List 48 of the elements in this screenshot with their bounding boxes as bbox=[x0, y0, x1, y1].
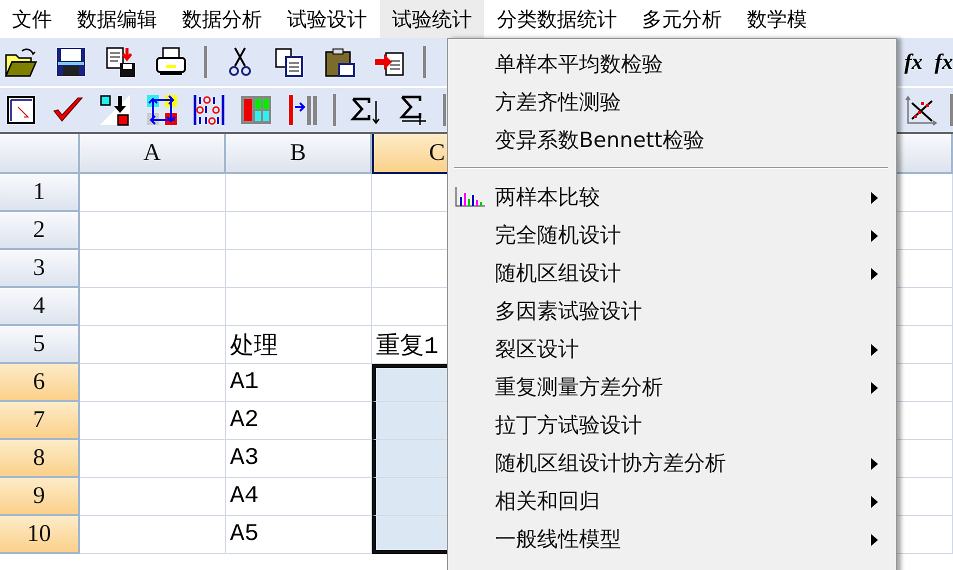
menu-item[interactable]: 完全随机设计 bbox=[448, 216, 896, 254]
menu-item[interactable]: 方差齐性测验 bbox=[448, 83, 896, 121]
table-cell: A2 bbox=[226, 402, 372, 440]
row-header[interactable]: 6 bbox=[0, 364, 80, 402]
menu-item[interactable]: 数据分析 bbox=[170, 0, 274, 38]
function-button[interactable]: fx bbox=[904, 49, 923, 75]
table-cell: A1 bbox=[226, 364, 372, 402]
menu-item[interactable]: 随机区组设计协方差分析 bbox=[448, 444, 896, 482]
menu-item[interactable]: 多元分析 bbox=[630, 0, 734, 38]
scatter-plot-icon[interactable] bbox=[904, 93, 938, 127]
menu-item[interactable]: 数学模 bbox=[735, 0, 819, 38]
menu-item[interactable]: 一般线性模型 bbox=[448, 520, 896, 558]
save-icon[interactable] bbox=[54, 45, 88, 79]
column-header[interactable]: B bbox=[226, 134, 372, 174]
row-header[interactable]: 8 bbox=[0, 440, 80, 478]
row-header[interactable]: 2 bbox=[0, 212, 80, 250]
table-cell: A5 bbox=[226, 516, 372, 554]
window-icon[interactable] bbox=[4, 93, 38, 127]
swap-icon[interactable] bbox=[145, 93, 179, 127]
menu-item[interactable]: 单样本平均数检验 bbox=[448, 45, 896, 83]
row-header[interactable]: 9 bbox=[0, 478, 80, 516]
insert-column-icon[interactable] bbox=[286, 93, 320, 127]
table-cell: A4 bbox=[226, 478, 372, 516]
save-as-icon[interactable] bbox=[104, 45, 138, 79]
row-header[interactable]: 10 bbox=[0, 516, 80, 554]
table-cell: A3 bbox=[226, 440, 372, 478]
row-header[interactable]: 3 bbox=[0, 250, 80, 288]
menu-item[interactable]: 数据编辑 bbox=[65, 0, 169, 38]
menu-item[interactable]: 分类数据统计 bbox=[485, 0, 629, 38]
menu-item[interactable]: 重复测量方差分析 bbox=[448, 368, 896, 406]
row-header[interactable]: 4 bbox=[0, 288, 80, 326]
row-header[interactable]: 1 bbox=[0, 174, 80, 212]
menu-item[interactable]: 试验设计 bbox=[275, 0, 379, 38]
matrix-icon[interactable] bbox=[192, 93, 226, 127]
menu-item[interactable]: 随机区组设计 bbox=[448, 254, 896, 292]
menu-item[interactable]: 文件 bbox=[0, 0, 64, 38]
menu-item[interactable]: 拉丁方试验设计 bbox=[448, 406, 896, 444]
fill-down-icon[interactable] bbox=[98, 93, 132, 127]
menu-item[interactable]: 试验统计 bbox=[380, 0, 484, 38]
menu-item[interactable]: 两样本比较 bbox=[448, 178, 896, 216]
row-header[interactable]: 5 bbox=[0, 326, 80, 364]
function-button[interactable]: fx bbox=[934, 49, 953, 75]
row-header[interactable]: 7 bbox=[0, 402, 80, 440]
table-cell: 处理 bbox=[226, 326, 372, 364]
bar-chart-icon bbox=[454, 187, 486, 207]
column-header[interactable]: A bbox=[80, 134, 226, 174]
columns-icon[interactable] bbox=[239, 93, 273, 127]
menu-item[interactable]: 相关和回归 bbox=[448, 482, 896, 520]
